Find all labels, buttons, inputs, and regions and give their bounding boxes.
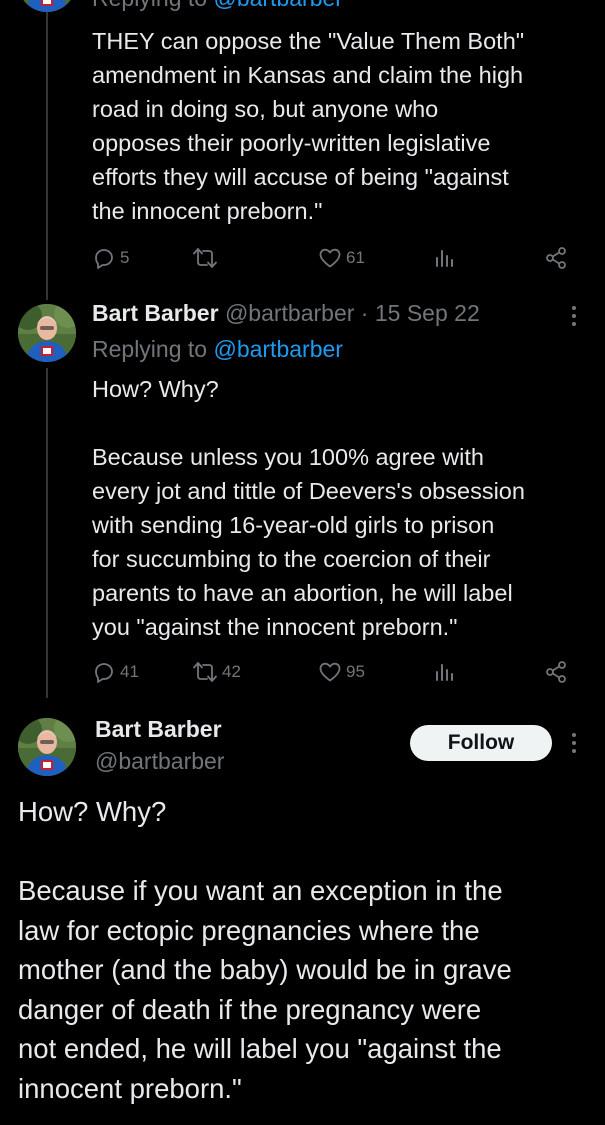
user-handle[interactable]: @bartbarber [95, 748, 224, 775]
views-icon [436, 250, 453, 267]
share-button[interactable] [544, 657, 568, 687]
reply-mention-link[interactable]: @bartbarber [213, 0, 342, 11]
retweet-icon [193, 248, 217, 268]
retweet-button[interactable]: 42 [192, 657, 241, 687]
avatar[interactable] [18, 304, 76, 362]
views-button[interactable] [432, 243, 456, 273]
like-button[interactable]: 95 [318, 657, 365, 687]
like-count: 61 [346, 248, 365, 267]
more-icon[interactable] [568, 304, 580, 328]
display-name[interactable]: Bart Barber [92, 300, 219, 326]
retweet-icon [193, 662, 217, 682]
tweet-text: How? Why? Because if you want an excepti… [18, 796, 512, 1104]
thread-line [46, 368, 48, 698]
share-button[interactable] [544, 243, 568, 273]
like-count: 95 [346, 662, 365, 681]
retweet-button[interactable] [192, 243, 222, 273]
replying-to-label: Replying to [92, 336, 208, 362]
like-button[interactable]: 61 [318, 243, 365, 273]
views-icon [436, 664, 453, 681]
tweet-header: Bart Barber @bartbarber · 15 Sep 22 [92, 300, 480, 327]
display-name[interactable]: Bart Barber [95, 716, 222, 743]
reply-mention-link[interactable]: @bartbarber [213, 336, 342, 362]
separator-dot: · [360, 300, 369, 326]
retweet-count: 42 [222, 662, 241, 681]
avatar[interactable] [18, 0, 76, 12]
reply-icon [95, 249, 113, 269]
tweet-text: THEY can oppose the "Value Them Both" am… [92, 28, 525, 224]
avatar[interactable] [18, 718, 76, 776]
more-icon[interactable] [568, 731, 580, 755]
user-handle[interactable]: @bartbarber [225, 300, 354, 326]
share-icon [546, 661, 566, 683]
tweet-text: How? Why? Because unless you 100% agree … [92, 376, 525, 640]
reply-count: 5 [120, 248, 130, 267]
tweet-date[interactable]: 15 Sep 22 [375, 300, 480, 326]
replying-to-line: Replying to @bartbarber [92, 336, 343, 363]
heart-icon [319, 662, 341, 682]
tweet-actions: 5 61 [92, 243, 572, 273]
reply-icon [95, 663, 113, 683]
reply-button[interactable]: 5 [92, 243, 129, 273]
reply-count: 41 [120, 662, 139, 681]
replying-to-line: Replying to @bartbarber [92, 0, 343, 12]
share-icon [546, 247, 566, 269]
replying-to-label: Replying to [92, 0, 207, 11]
tweet-actions: 41 42 95 [92, 657, 572, 687]
views-button[interactable] [432, 657, 456, 687]
follow-button[interactable]: Follow [410, 725, 552, 761]
reply-button[interactable]: 41 [92, 657, 139, 687]
thread-line [46, 0, 48, 300]
heart-icon [319, 248, 341, 268]
